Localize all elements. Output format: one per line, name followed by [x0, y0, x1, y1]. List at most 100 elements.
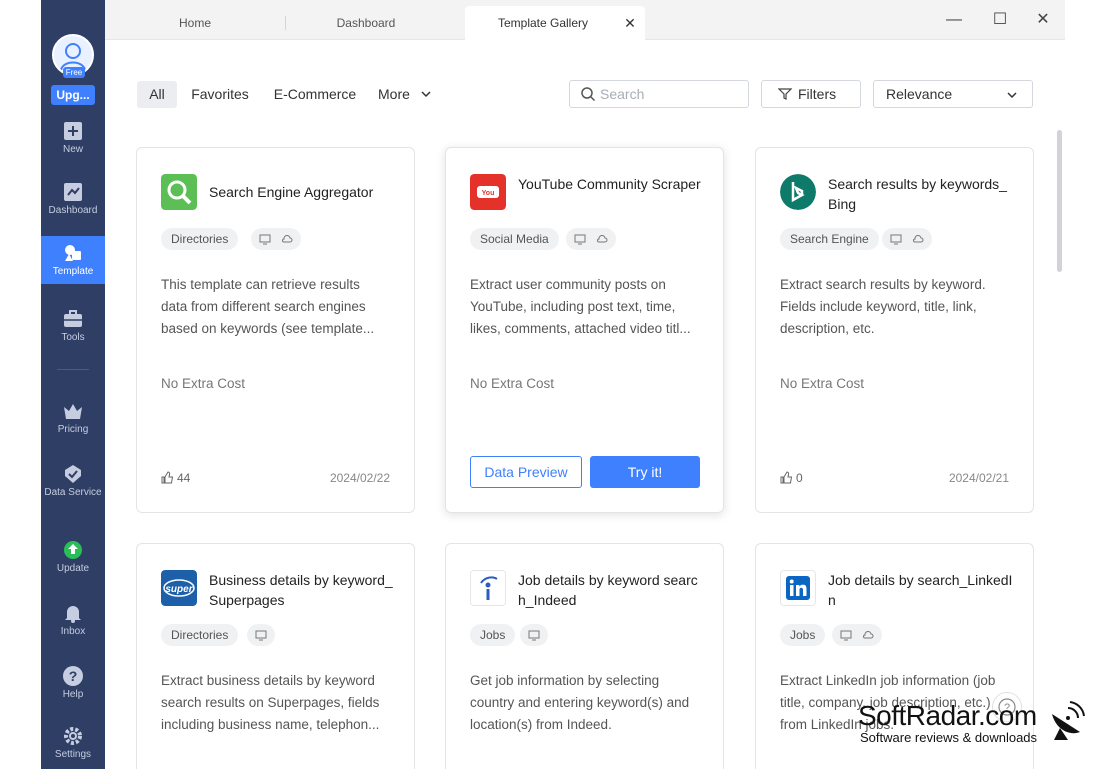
template-logo: super	[161, 570, 197, 606]
template-title: Search results by keywords_Bing	[828, 176, 1007, 212]
minimize-icon[interactable]: —	[942, 8, 966, 32]
svg-text:You: You	[482, 190, 495, 197]
platform-tags	[832, 624, 883, 646]
crown-icon	[64, 404, 82, 419]
sidebar-item-data-service[interactable]: Data Service	[41, 457, 105, 509]
template-date: 2024/02/22	[329, 471, 390, 485]
like-count[interactable]: 44	[161, 471, 190, 485]
close-window-icon[interactable]: ✕	[1031, 8, 1055, 32]
desktop-icon	[259, 234, 271, 245]
template-description: Get job information by selecting country…	[470, 673, 690, 732]
thumbs-up-icon	[780, 471, 793, 484]
category-tag: Jobs	[470, 624, 516, 646]
template-title: Job details by keyword search_Indeed	[518, 572, 698, 608]
cloud-icon	[282, 234, 293, 243]
platform-tags	[251, 228, 302, 250]
category-all[interactable]: All	[137, 81, 177, 108]
cloud-icon	[913, 234, 924, 243]
sidebar-item-label: Settings	[54, 749, 92, 760]
sidebar-item-dashboard[interactable]: Dashboard	[41, 175, 105, 227]
desktop-icon	[574, 234, 586, 245]
sidebar-item-label: Inbox	[60, 626, 86, 637]
indeed-logo-icon	[471, 571, 505, 605]
sidebar-item-update[interactable]: Update	[41, 533, 105, 585]
update-arrow-icon	[64, 541, 82, 559]
tab-label: Dashboard	[336, 16, 396, 30]
svg-text:super: super	[165, 584, 193, 595]
template-logo	[780, 570, 816, 606]
template-logo	[470, 570, 506, 606]
sidebar-item-tools[interactable]: Tools	[41, 302, 105, 354]
window-edge	[1065, 0, 1107, 769]
sidebar-item-label: Update	[56, 563, 90, 574]
search-icon	[581, 87, 596, 102]
template-card-indeed[interactable]: Job details by keyword search_Indeed Job…	[445, 543, 724, 769]
sidebar: Free Upg... New Dashboard Template Tools…	[41, 0, 105, 769]
tab-label: Template Gallery	[497, 16, 589, 30]
data-preview-button[interactable]: Data Preview	[470, 456, 582, 488]
filters-button[interactable]: Filters	[761, 80, 861, 108]
sidebar-item-new[interactable]: New	[41, 114, 105, 166]
youtube-logo-icon: You	[470, 174, 506, 210]
search-box[interactable]	[569, 80, 749, 108]
sidebar-item-pricing[interactable]: Pricing	[41, 394, 105, 446]
cost-label: No Extra Cost	[780, 376, 865, 391]
dashboard-flag-icon	[64, 183, 82, 201]
sort-value: Relevance	[886, 86, 953, 102]
template-logo	[780, 174, 816, 210]
template-card-bing-search[interactable]: Search results by keywords_Bing Search E…	[755, 147, 1034, 513]
template-card-superpages[interactable]: super Business details by keyword_Superp…	[136, 543, 415, 769]
template-title: YouTube Community Scraper	[518, 176, 701, 192]
template-logo: You	[470, 174, 506, 210]
platform-tags	[520, 624, 548, 646]
check-badge-icon	[65, 465, 81, 483]
tab-divider	[285, 16, 286, 30]
category-tag: Directories	[161, 228, 239, 250]
chevron-down-icon	[1007, 92, 1017, 99]
category-tag: Directories	[161, 624, 239, 646]
tab-bar: Home Dashboard Template Gallery ✕ — ☐ ✕	[105, 0, 1065, 40]
template-card-youtube-community-scraper[interactable]: You YouTube Community Scraper Social Med…	[445, 147, 724, 513]
sidebar-item-label: Help	[62, 689, 84, 700]
sort-select[interactable]: Relevance	[873, 80, 1033, 108]
close-tab-icon[interactable]: ✕	[623, 6, 637, 40]
chevron-down-icon	[421, 91, 431, 98]
template-description: Extract search results by keyword. Field…	[780, 277, 986, 336]
category-tag: Jobs	[780, 624, 826, 646]
sidebar-item-inbox[interactable]: Inbox	[41, 596, 105, 648]
like-count[interactable]: 0	[780, 471, 803, 485]
sidebar-item-label: Pricing	[57, 424, 89, 435]
sidebar-item-label: Template	[52, 266, 94, 277]
tab-dashboard[interactable]: Dashboard	[305, 6, 427, 40]
cloud-icon	[863, 630, 874, 639]
desktop-icon	[840, 630, 852, 641]
softradar-watermark: SoftRadar.com Software reviews & downloa…	[858, 700, 1088, 746]
category-ecommerce[interactable]: E-Commerce	[268, 81, 362, 108]
try-it-button[interactable]: Try it!	[590, 456, 700, 488]
cost-label: No Extra Cost	[470, 376, 555, 391]
category-more[interactable]: More	[378, 81, 442, 108]
upgrade-button[interactable]: Upg...	[51, 85, 95, 105]
search-input[interactable]	[600, 85, 740, 103]
category-favorites[interactable]: Favorites	[187, 81, 253, 108]
template-shapes-icon	[65, 245, 81, 261]
plus-box-icon	[64, 122, 82, 140]
toolbox-icon	[64, 310, 82, 327]
tab-home[interactable]: Home	[145, 6, 245, 40]
maximize-icon[interactable]: ☐	[988, 8, 1012, 32]
category-tag: Search Engine	[780, 228, 879, 250]
sidebar-divider	[57, 369, 89, 370]
sidebar-item-label: Tools	[61, 332, 85, 343]
filters-label: Filters	[798, 86, 837, 102]
sidebar-item-settings[interactable]: Settings	[41, 719, 105, 765]
platform-tags	[566, 228, 617, 250]
bell-icon	[65, 606, 81, 623]
tab-template-gallery[interactable]: Template Gallery ✕	[465, 6, 645, 40]
desktop-icon	[255, 630, 267, 641]
more-label: More	[378, 86, 410, 102]
template-title: Business details by keyword_Superpages	[209, 572, 393, 608]
sidebar-item-help[interactable]: ? Help	[41, 659, 105, 711]
template-card-search-engine-aggregator[interactable]: Search Engine Aggregator Directories Thi…	[136, 147, 415, 513]
sidebar-item-template[interactable]: Template	[41, 236, 105, 284]
scrollbar-thumb[interactable]	[1057, 130, 1062, 272]
